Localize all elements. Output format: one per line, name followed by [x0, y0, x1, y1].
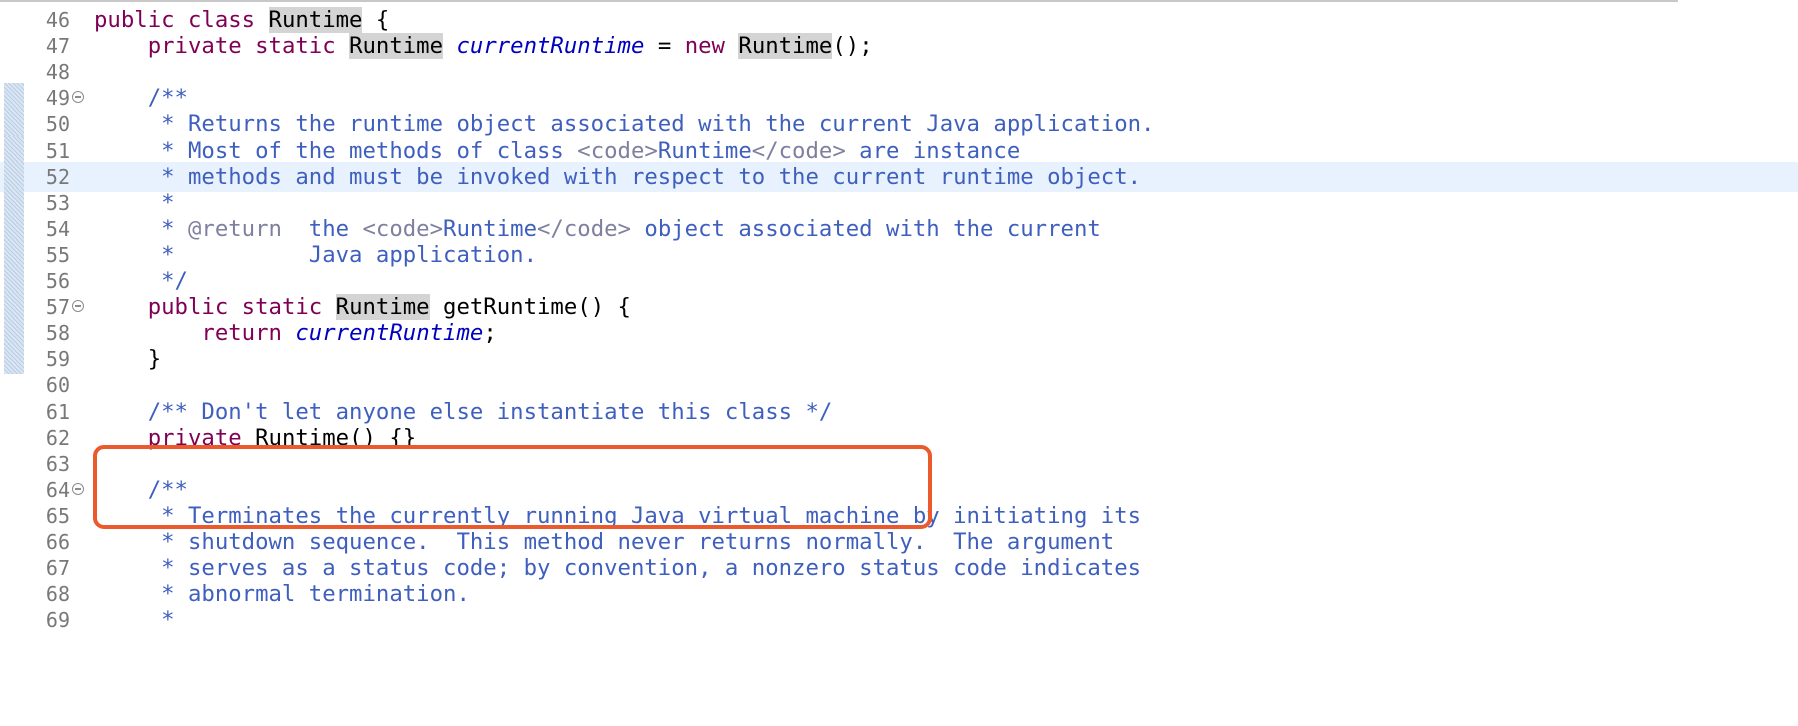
code-token: * serves as a status code; by convention… [94, 555, 1142, 582]
code-token: * Java application. [94, 241, 537, 268]
code-token: * Returns the runtime object associated … [94, 111, 1155, 138]
code-token: </code> [751, 137, 846, 164]
code-token: * [94, 189, 175, 216]
code-token: * [94, 215, 188, 242]
code-token: * [94, 607, 175, 634]
code-token: */ [94, 268, 188, 294]
code-token: Runtime [738, 33, 833, 60]
code-token: <code> [362, 215, 444, 242]
code-token: /** [94, 85, 188, 112]
highlight-box-private-constructor [93, 445, 932, 529]
code-token: /** Don't let anyone else instantiate th… [94, 398, 833, 425]
code-token: return [201, 320, 296, 347]
code-token: currentRuntime [295, 320, 484, 347]
code-line[interactable]: 69 * [0, 605, 1798, 635]
code-token: ; [483, 320, 497, 347]
code-token: public static [147, 294, 336, 321]
code-token: currentRuntime [456, 33, 645, 60]
code-token: the [281, 215, 363, 242]
code-token: Runtime [657, 137, 752, 164]
code-token: @return [187, 215, 282, 242]
code-token: Runtime [443, 215, 537, 242]
code-token: <code> [577, 137, 658, 164]
code-token: * shutdown sequence. This method never r… [94, 529, 1115, 555]
line-number: 69 [45, 608, 70, 633]
code-token: * Most of the methods of class [94, 137, 578, 164]
java-code-editor[interactable]: 46 public class Runtime {47 private stati… [0, 0, 1798, 726]
collapse-fold-icon[interactable] [72, 300, 84, 313]
code-token: Runtime [335, 294, 430, 321]
code-token: </code> [537, 215, 631, 242]
code-token: { [362, 7, 390, 33]
editor-top-border [0, 0, 1678, 2]
code-token: Runtime [268, 7, 363, 33]
code-token: private static [147, 33, 350, 60]
code-token: public class [94, 7, 269, 33]
code-token: * abnormal termination. [94, 581, 470, 608]
collapse-fold-icon[interactable] [72, 91, 84, 104]
code-text[interactable]: * [94, 605, 175, 635]
code-token: (); [832, 33, 873, 60]
code-token: getRuntime() { [429, 294, 631, 321]
code-token: new [684, 33, 739, 60]
code-token: Runtime [349, 33, 444, 60]
code-token: * methods and must be invoked with respe… [94, 163, 1142, 190]
code-token: } [94, 346, 162, 373]
collapse-fold-icon[interactable] [72, 482, 84, 495]
code-token: are instance [845, 137, 1021, 164]
code-token: = [644, 33, 685, 60]
code-token: object associated with the current [630, 215, 1101, 242]
